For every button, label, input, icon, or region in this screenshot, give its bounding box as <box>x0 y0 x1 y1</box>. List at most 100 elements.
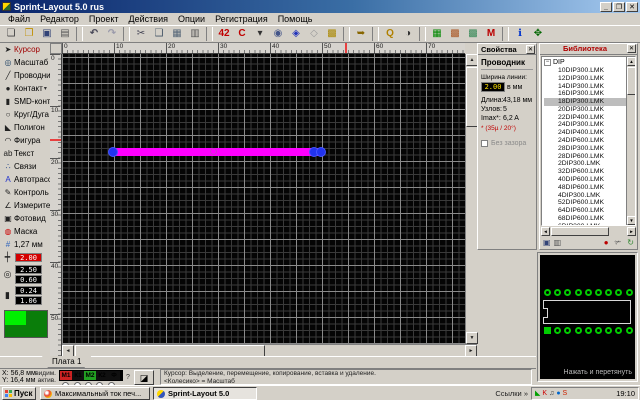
layer-chip[interactable]: К1 <box>72 371 84 380</box>
tool-item[interactable]: ∴ Связи <box>0 160 50 173</box>
tool-item[interactable]: A Автотрасса <box>0 173 50 186</box>
tray-icon-4[interactable]: ● <box>556 390 560 398</box>
scroll-down-icon[interactable]: ▼ <box>466 332 478 344</box>
minimize-button[interactable]: _ <box>600 2 612 12</box>
rotate-icon[interactable]: C <box>233 27 251 42</box>
board-bottom-icon[interactable]: ▩ <box>464 27 482 42</box>
library-item[interactable]: 52DIP600.LMK <box>544 199 635 207</box>
library-item[interactable]: 24DIP600.LMK <box>544 137 635 145</box>
rotate-dropdown-icon[interactable]: ▾ <box>251 27 269 42</box>
undo-icon[interactable]: ↶ <box>85 27 103 42</box>
library-item[interactable]: 48DIP600.LMK <box>544 184 635 192</box>
taskbar-task-browser[interactable]: Максимальный ток печ... <box>40 387 150 400</box>
menu-item[interactable]: Проект <box>84 14 124 24</box>
stamp-icon[interactable]: ▩ <box>323 27 341 42</box>
align-icon[interactable]: ◇ <box>305 27 323 42</box>
tool-item[interactable]: ◎ Масштаб <box>0 56 50 69</box>
tool-item[interactable]: ∠ Измеритель <box>0 199 50 212</box>
tool-item[interactable]: ○ Круг/Дуга <box>0 108 50 121</box>
layer-chip[interactable]: М2 <box>84 371 96 380</box>
links-toolbar[interactable]: Ссылки » <box>495 389 528 398</box>
delete-macro-icon[interactable]: ▥ <box>554 237 562 249</box>
library-root-node[interactable]: − DIP <box>544 58 635 67</box>
pcb-canvas[interactable] <box>62 54 465 344</box>
library-item[interactable]: 28DIP600.LMK <box>544 153 635 161</box>
layer-chip[interactable]: Ф <box>108 371 120 380</box>
copy-icon[interactable]: ❑ <box>150 27 168 42</box>
new-file-icon[interactable]: ❏ <box>2 27 20 42</box>
tray-icon-2[interactable]: K <box>542 390 547 398</box>
library-list[interactable]: − DIP 10DIP300.LMK12DIP300.LMK14DIP300.L… <box>541 56 636 226</box>
edit-macro-icon[interactable]: ✃ <box>615 237 622 249</box>
library-item[interactable]: 24DIP300.LMK <box>544 121 635 129</box>
tool-item[interactable]: ◠ Фигура <box>0 134 50 147</box>
library-item[interactable]: 4DIP300.LMK <box>544 192 635 200</box>
tool-item[interactable]: ➤ Курсор <box>0 43 50 56</box>
record-macro-icon[interactable]: ● <box>604 237 609 249</box>
info-icon[interactable]: ℹ <box>511 27 529 42</box>
pad-hole-value[interactable]: 0.60 <box>15 275 42 284</box>
library-item[interactable]: 64DIP600.LMK <box>544 207 635 215</box>
tree-collapse-icon[interactable]: − <box>544 59 551 66</box>
metallization-icon[interactable]: M <box>482 27 500 42</box>
flip-icon[interactable]: ◈ <box>287 27 305 42</box>
library-close-icon[interactable]: ✕ <box>627 44 636 53</box>
library-item[interactable]: 40DIP600.LMK <box>544 176 635 184</box>
library-vertical-scrollbar[interactable]: ▲ ▼ <box>626 57 635 225</box>
scroll-up-icon[interactable]: ▲ <box>627 57 636 66</box>
copper-trace[interactable] <box>112 148 322 156</box>
macro-preview-panel[interactable]: Нажать и перетянуть <box>537 252 638 382</box>
library-item[interactable]: 28DIP300.LMK <box>544 145 635 153</box>
trace-node-right-2[interactable] <box>316 147 326 157</box>
open-file-icon[interactable]: ❐ <box>20 27 38 42</box>
maximize-button[interactable]: ❐ <box>613 2 625 12</box>
tool-item[interactable]: ▣ Фотовид <box>0 212 50 225</box>
library-item[interactable]: 16DIP300.LMK <box>544 90 635 98</box>
tray-icon-1[interactable]: ◣ <box>535 390 540 398</box>
menu-item[interactable]: Регистрация <box>210 14 273 24</box>
library-scroll-thumb[interactable] <box>627 67 636 95</box>
footprint-preview[interactable]: Нажать и перетянуть <box>540 255 635 379</box>
library-item[interactable]: 22DIP400.LMK <box>544 114 635 122</box>
library-hscroll-thumb[interactable] <box>551 227 609 236</box>
tool-item[interactable]: ▮ SMD-конт. <box>0 95 50 108</box>
pad-outer-value[interactable]: 2.50 <box>15 265 42 274</box>
scroll-down-icon[interactable]: ▼ <box>627 216 636 225</box>
menu-item[interactable]: Помощь <box>273 14 318 24</box>
grid-setting[interactable]: # 1,27 мм <box>0 238 50 251</box>
library-item[interactable]: 18DIP300.LMK <box>544 98 635 106</box>
scroll-left-icon[interactable]: ◄ <box>541 227 550 236</box>
board-view-icon[interactable]: ▦ <box>428 27 446 42</box>
save-library-icon[interactable]: ▣ <box>543 237 551 249</box>
library-item[interactable]: 68DIP600.LMK <box>544 215 635 223</box>
trace-node-middle[interactable] <box>210 148 217 155</box>
redo-icon[interactable]: ↷ <box>103 27 121 42</box>
tool-item[interactable]: ╱ Проводник <box>0 69 50 82</box>
vertical-scrollbar[interactable]: ▲ ▼ <box>465 54 477 344</box>
contrast-icon[interactable]: ◑ <box>399 27 417 42</box>
save-icon[interactable]: ▣ <box>38 27 56 42</box>
menu-item[interactable]: Файл <box>3 14 35 24</box>
zoom-icon[interactable]: Q <box>381 27 399 42</box>
track-width-input[interactable]: 2.00 <box>481 82 505 92</box>
selection-mode-icon[interactable]: ✥ <box>529 27 547 42</box>
tray-icon-3[interactable]: ♫ <box>549 390 554 398</box>
track-width-value[interactable]: 2.00 <box>15 253 42 262</box>
library-item[interactable]: 6DIP300.LMK <box>544 223 635 226</box>
properties-close-icon[interactable]: ✕ <box>526 45 535 54</box>
tool-item[interactable]: ◣ Полигон <box>0 121 50 134</box>
board-tab[interactable]: Плата 1 <box>42 356 91 368</box>
cut-icon[interactable]: ✂ <box>132 27 150 42</box>
tool-item[interactable]: ● Контакт ▾ <box>0 82 50 95</box>
paste-icon[interactable]: ▦ <box>168 27 186 42</box>
clearance-checkbox[interactable] <box>481 140 488 147</box>
tray-icon-5[interactable]: S <box>563 390 568 398</box>
board-top-icon[interactable]: ▩ <box>446 27 464 42</box>
library-item[interactable]: 2DIP300.LMK <box>544 160 635 168</box>
library-item[interactable]: 10DIP300.LMK <box>544 67 635 75</box>
export-icon[interactable]: ➥ <box>352 27 370 42</box>
macro-panel-button[interactable]: ◪ <box>134 370 154 385</box>
horizontal-scrollbar[interactable]: ◄ ► <box>62 344 477 356</box>
library-item[interactable]: 12DIP300.LMK <box>544 75 635 83</box>
close-button[interactable]: ✕ <box>626 2 638 12</box>
